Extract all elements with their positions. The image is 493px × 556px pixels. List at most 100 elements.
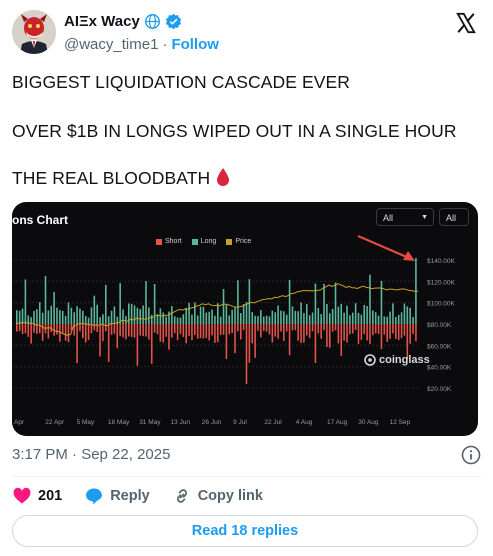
range-dropdown[interactable]: All ▼	[376, 208, 434, 226]
short-bar	[383, 324, 386, 335]
short-bar	[291, 324, 294, 331]
legend-label-short: Short	[165, 238, 182, 245]
short-bar	[317, 324, 320, 334]
long-bar	[64, 315, 67, 324]
legend-item-price: Price	[226, 238, 251, 245]
long-bar	[308, 315, 311, 324]
short-bar	[191, 324, 193, 341]
short-bar	[102, 324, 104, 342]
short-bar	[314, 324, 317, 363]
short-bar	[130, 324, 133, 337]
long-bar	[251, 312, 254, 324]
short-bar	[248, 324, 251, 363]
short-bar	[142, 324, 144, 337]
short-bar	[386, 324, 388, 342]
short-bar	[24, 324, 27, 334]
short-bar	[179, 324, 182, 334]
globe-icon	[144, 14, 160, 29]
verified-badge-icon[interactable]	[165, 13, 182, 30]
long-bar	[105, 284, 107, 324]
short-bar	[360, 324, 363, 340]
long-bar	[87, 317, 90, 324]
display-name[interactable]: AIΞx Wacy	[64, 13, 140, 30]
short-bar	[283, 324, 285, 341]
long-bar	[300, 302, 302, 324]
long-bar	[277, 305, 279, 324]
short-bar	[392, 324, 394, 334]
short-bar	[21, 324, 24, 334]
long-bar	[133, 305, 136, 324]
avatar-dragon-icon	[12, 10, 56, 54]
reply-button[interactable]: Reply	[84, 486, 150, 506]
tweet-timestamp[interactable]: 3:17 PM · Sep 22, 2025	[12, 446, 170, 463]
short-bar	[162, 324, 165, 343]
chart-legend: Short Long Price	[156, 238, 251, 245]
avatar[interactable]	[12, 10, 56, 54]
x-tick-label: 18 May	[108, 419, 130, 426]
long-bar	[326, 304, 328, 324]
short-bar	[354, 324, 357, 331]
short-bar	[366, 324, 368, 341]
long-bar	[395, 316, 397, 324]
y-tick-label: $40.00K	[427, 365, 452, 372]
long-bar	[24, 279, 27, 324]
reply-label: Reply	[110, 488, 150, 504]
short-bar	[251, 324, 254, 344]
short-bar	[245, 324, 248, 384]
short-bar	[228, 324, 231, 335]
short-bar	[308, 324, 311, 339]
short-bar	[159, 324, 162, 342]
long-bar	[354, 303, 357, 324]
long-bar	[142, 305, 144, 324]
short-bar	[99, 324, 101, 357]
x-logo-icon[interactable]	[455, 12, 477, 34]
long-bar	[199, 306, 202, 324]
short-bar	[56, 324, 58, 335]
short-bar	[182, 324, 185, 337]
short-bar	[326, 324, 328, 348]
long-bar	[248, 279, 251, 324]
short-bar	[254, 324, 256, 358]
coinglass-logo-icon	[364, 354, 376, 366]
read-replies-button[interactable]: Read 18 replies	[12, 515, 478, 547]
long-bar	[340, 303, 343, 324]
long-bar	[271, 310, 274, 324]
short-bar	[76, 324, 78, 364]
short-bar	[234, 324, 236, 354]
short-bar	[18, 324, 21, 332]
handle[interactable]: @wacy_time1	[64, 36, 158, 53]
info-icon[interactable]	[461, 445, 481, 465]
coinglass-watermark: coinglass	[364, 354, 430, 366]
short-bar	[300, 324, 302, 344]
long-bar	[76, 306, 78, 324]
y-tick-label: $120.00K	[427, 279, 455, 286]
long-bar	[82, 310, 84, 324]
like-count: 201	[38, 488, 63, 504]
long-bar	[196, 315, 199, 324]
long-bar	[231, 309, 233, 324]
x-tick-label: 22 Apr	[45, 419, 65, 426]
long-bar	[33, 310, 35, 324]
long-bar	[61, 310, 64, 324]
long-bar	[21, 308, 24, 324]
long-bar	[242, 304, 245, 324]
long-bar	[328, 313, 331, 324]
long-bar	[343, 312, 345, 324]
follow-button[interactable]: Follow	[171, 36, 219, 53]
short-bar	[110, 324, 113, 335]
copy-link-button[interactable]: Copy link	[172, 486, 263, 506]
long-bar	[311, 312, 314, 324]
x-tick-label: 30 Aug	[358, 419, 379, 426]
short-bar	[328, 324, 331, 348]
like-button[interactable]: 201	[12, 486, 62, 506]
short-bar	[389, 324, 391, 339]
exchange-dropdown[interactable]: All	[439, 208, 469, 226]
legend-item-long: Long	[191, 238, 216, 245]
annotation-arrow-shaft	[357, 234, 410, 260]
short-bar	[225, 324, 228, 359]
long-bar	[219, 316, 222, 324]
chart-image[interactable]: $140.00K $120.00K $100.00K $80.00K $60.00K $4…	[12, 202, 478, 436]
long-bar	[119, 283, 121, 324]
long-bar	[217, 303, 219, 324]
long-bar	[50, 305, 53, 324]
